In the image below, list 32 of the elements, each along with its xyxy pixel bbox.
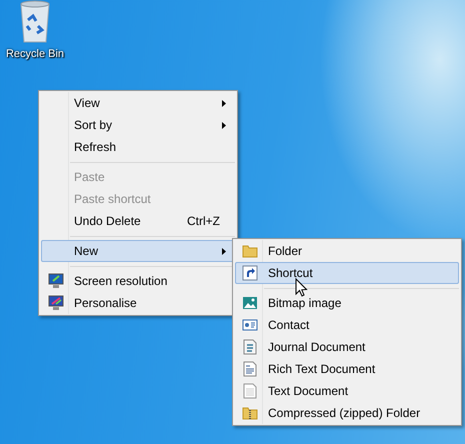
submenu-arrow-icon — [222, 100, 226, 108]
document-icon — [242, 361, 258, 377]
menu-item[interactable]: Sort by — [41, 114, 235, 136]
recycle-bin-icon[interactable] — [18, 0, 52, 44]
menu-item[interactable]: Text Document — [235, 380, 459, 402]
menu-item[interactable]: Refresh — [41, 136, 235, 158]
menu-item[interactable]: View — [41, 92, 235, 114]
menu-item[interactable]: Compressed (zipped) Folder — [235, 402, 459, 424]
document-icon — [242, 339, 258, 355]
menu-item[interactable]: Folder — [235, 240, 459, 262]
menu-item[interactable]: Personalise — [41, 292, 235, 314]
menu-item[interactable]: New — [41, 240, 235, 262]
shortcut-icon — [242, 265, 258, 281]
menu-item[interactable]: Undo Delete Ctrl+Z — [41, 210, 235, 232]
zip-folder-icon — [242, 405, 258, 421]
submenu-arrow-icon — [222, 122, 226, 130]
menu-item[interactable]: Screen resolution — [41, 270, 235, 292]
folder-icon — [242, 243, 258, 259]
text-file-icon — [242, 383, 258, 399]
menu-item[interactable]: Bitmap image — [235, 292, 459, 314]
menu-item[interactable]: Contact — [235, 314, 459, 336]
shortcut-key: Ctrl+Z — [187, 212, 220, 230]
image-icon — [242, 295, 258, 311]
menu-item[interactable]: Rich Text Document — [235, 358, 459, 380]
menu-item[interactable]: Journal Document — [235, 336, 459, 358]
icon-label: Recycle Bin — [6, 47, 64, 62]
monitor-icon — [48, 295, 64, 311]
contact-card-icon — [242, 317, 258, 333]
monitor-icon — [48, 273, 64, 289]
menu-item[interactable]: Shortcut — [235, 262, 459, 284]
submenu-arrow-icon — [222, 248, 226, 256]
mouse-pointer-icon — [295, 278, 308, 298]
